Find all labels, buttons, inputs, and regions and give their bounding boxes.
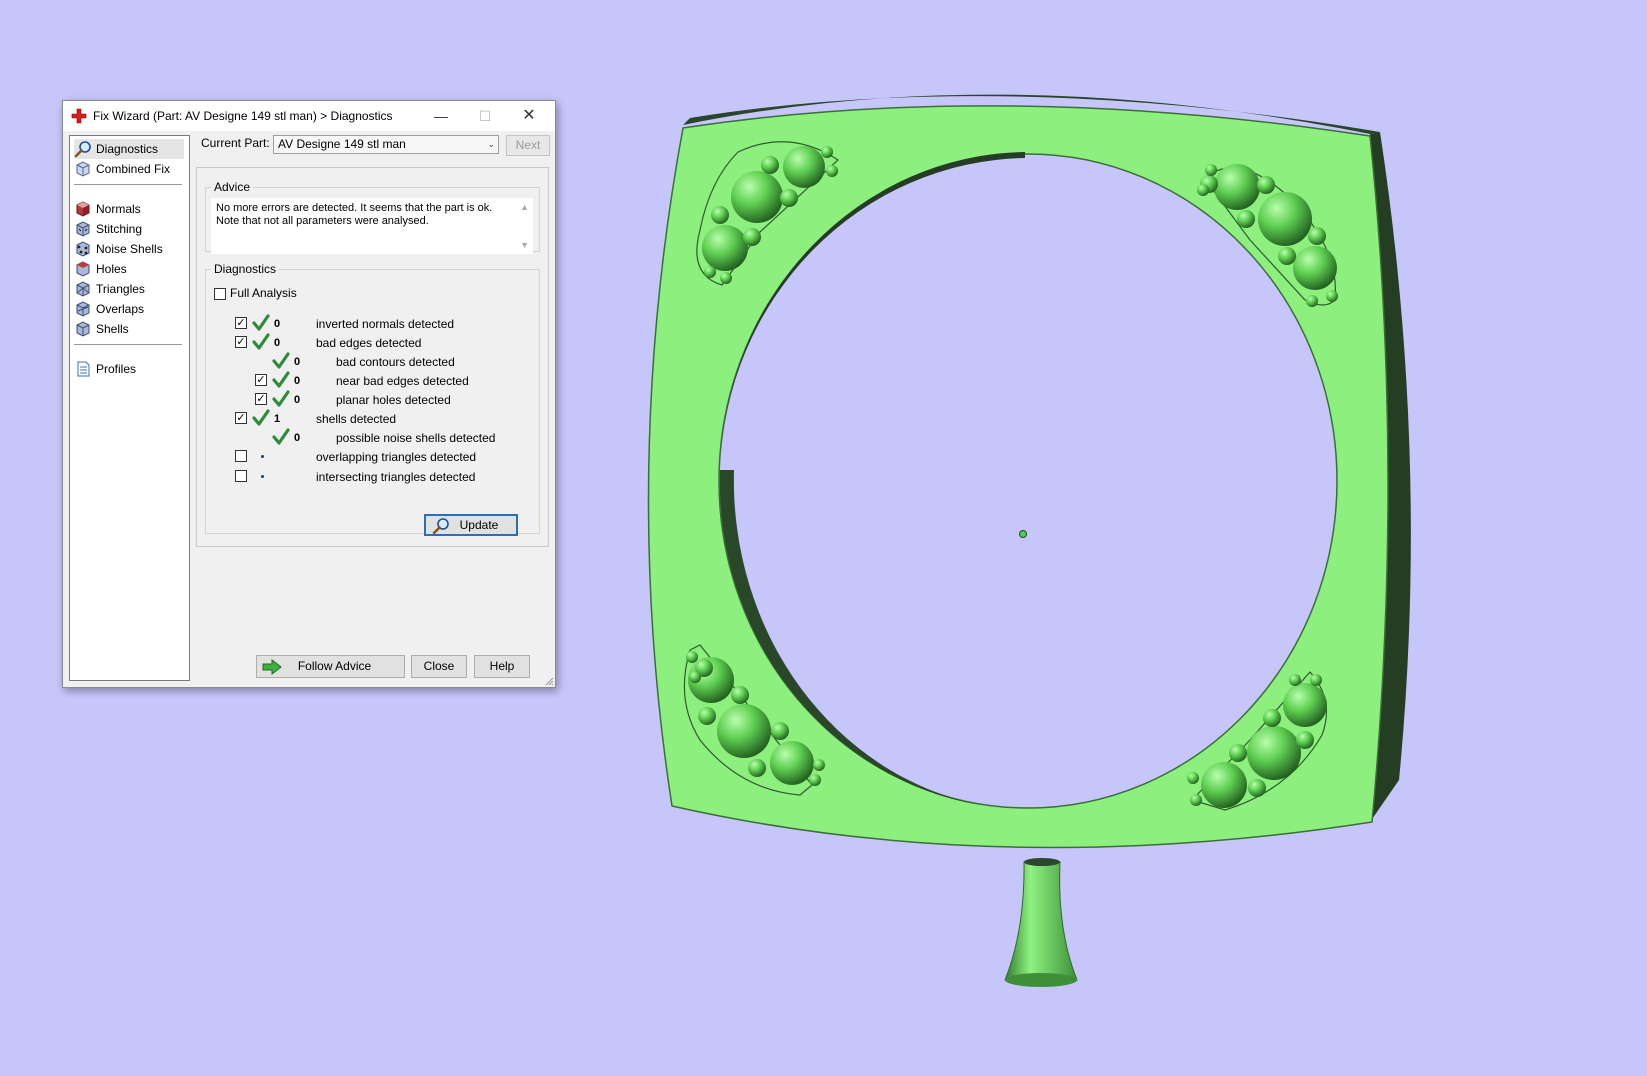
magnifier-icon [432,518,449,535]
bad-edges-label: bad edges detected [316,336,422,350]
wizard-nav-list: Diagnostics Combined Fix Normals Stitchi… [69,135,190,681]
overlapping-triangles-label: overlapping triangles detected [316,450,477,464]
nav-separator [74,184,182,185]
maximize-button[interactable]: ☐ [463,101,507,131]
ok-check-icon [272,371,290,388]
resize-grip-icon[interactable] [544,676,554,686]
nav-item-label: Combined Fix [96,162,171,176]
bad-contours-count: 0 [294,356,301,368]
nav-item-label: Normals [96,202,141,216]
near-bad-edges-count: 0 [294,375,301,387]
nav-item-holes[interactable]: Holes [74,259,184,279]
planar-holes-count: 0 [294,394,301,406]
advice-text: No more errors are detected. It seems th… [216,202,493,227]
combined-fix-icon [76,161,90,177]
close-button[interactable]: Close [411,655,467,678]
inverted-normals-checkbox[interactable]: ✓ [235,317,247,329]
follow-advice-label: Follow Advice [297,659,372,673]
pending-dot-icon [261,475,264,478]
window-title: Fix Wizard (Part: AV Designe 149 stl man… [93,109,393,123]
update-label: Update [459,518,499,532]
update-button[interactable]: Update [424,514,518,536]
shells-cube-icon [76,321,90,337]
profiles-document-icon [77,361,90,377]
advice-group: Advice No more errors are detected. It s… [205,180,540,254]
sprue-stem [1004,861,1078,987]
nav-item-shells[interactable]: Shells [74,319,184,339]
chevron-down-icon: ⌄ [487,139,495,149]
noise-shells-label: possible noise shells detected [336,431,496,445]
nav-item-label: Triangles [96,282,145,296]
center-marker [1019,530,1027,538]
diagnostics-panel: Advice No more errors are detected. It s… [196,167,549,547]
full-analysis-label: Full Analysis [230,286,297,300]
current-part-value: AV Designe 149 stl man [278,137,406,151]
overlaps-cube-icon [76,301,90,317]
ok-check-icon [272,390,290,407]
inverted-normals-label: inverted normals detected [316,317,455,331]
normals-cube-icon [76,201,90,217]
shells-label: shells detected [316,412,397,426]
overlapping-triangles-checkbox[interactable] [235,450,247,462]
inverted-normals-count: 0 [274,318,281,330]
nav-item-profiles[interactable]: Profiles [74,359,184,379]
nav-item-combined-fix[interactable]: Combined Fix [74,159,184,179]
intersecting-triangles-checkbox[interactable] [235,470,247,482]
title-bar[interactable]: Fix Wizard (Part: AV Designe 149 stl man… [63,101,555,131]
bad-edges-count: 0 [274,337,281,349]
shells-checkbox[interactable]: ✓ [235,412,247,424]
noise-shells-cube-icon [76,241,90,257]
nav-item-noise-shells[interactable]: Noise Shells [74,239,184,259]
ok-check-icon [252,409,270,426]
nav-item-triangles[interactable]: Triangles [74,279,184,299]
magnifier-icon [74,141,91,158]
nav-item-label: Profiles [96,362,137,376]
ok-check-icon [272,352,290,369]
intersecting-triangles-label: intersecting triangles detected [316,470,476,484]
scroll-up-icon[interactable]: ▲ [520,202,529,212]
planar-holes-label: planar holes detected [336,393,451,407]
shells-count: 1 [274,413,281,425]
nav-item-label: Shells [96,322,129,336]
nav-item-label: Noise Shells [96,242,163,256]
fix-wizard-dialog: Fix Wizard (Part: AV Designe 149 stl man… [62,100,556,688]
nav-item-overlaps[interactable]: Overlaps [74,299,184,319]
pending-dot-icon [261,455,264,458]
advice-legend: Advice [214,180,251,194]
close-window-button[interactable]: ✕ [507,101,551,131]
advice-textbox[interactable]: No more errors are detected. It seems th… [211,198,533,254]
current-part-label: Current Part: [201,136,270,150]
nav-separator [74,344,182,345]
stitching-cube-icon [76,221,90,237]
scroll-down-icon[interactable]: ▼ [520,240,529,250]
bad-contours-label: bad contours detected [336,355,455,369]
nav-item-label: Overlaps [96,302,145,316]
ok-check-icon [252,314,270,331]
next-button[interactable]: Next [506,135,550,156]
nav-item-label: Stitching [96,222,143,236]
red-cross-icon [71,108,87,124]
noise-shells-count: 0 [294,432,301,444]
ok-check-icon [272,428,290,445]
nav-item-label: Holes [96,262,127,276]
minimize-button[interactable]: — [419,101,463,131]
nav-item-label: Diagnostics [96,142,159,156]
holes-cube-icon [76,261,90,277]
green-arrow-icon [262,658,282,676]
follow-advice-button[interactable]: Follow Advice [256,655,405,678]
near-bad-edges-checkbox[interactable]: ✓ [255,374,267,386]
current-part-select[interactable]: AV Designe 149 stl man ⌄ [273,135,499,154]
near-bad-edges-label: near bad edges detected [336,374,469,388]
help-button[interactable]: Help [474,655,530,678]
triangles-cube-icon [76,281,90,297]
bad-edges-checkbox[interactable]: ✓ [235,336,247,348]
nav-item-stitching[interactable]: Stitching [74,219,184,239]
planar-holes-checkbox[interactable]: ✓ [255,393,267,405]
nav-item-diagnostics[interactable]: Diagnostics [74,139,184,159]
full-analysis-checkbox[interactable] [214,288,226,300]
ok-check-icon [252,333,270,350]
diagnostics-legend: Diagnostics [214,262,277,276]
diagnostics-group: Diagnostics Full Analysis ✓ 0 inverted n… [205,262,540,536]
nav-item-normals[interactable]: Normals [74,199,184,219]
